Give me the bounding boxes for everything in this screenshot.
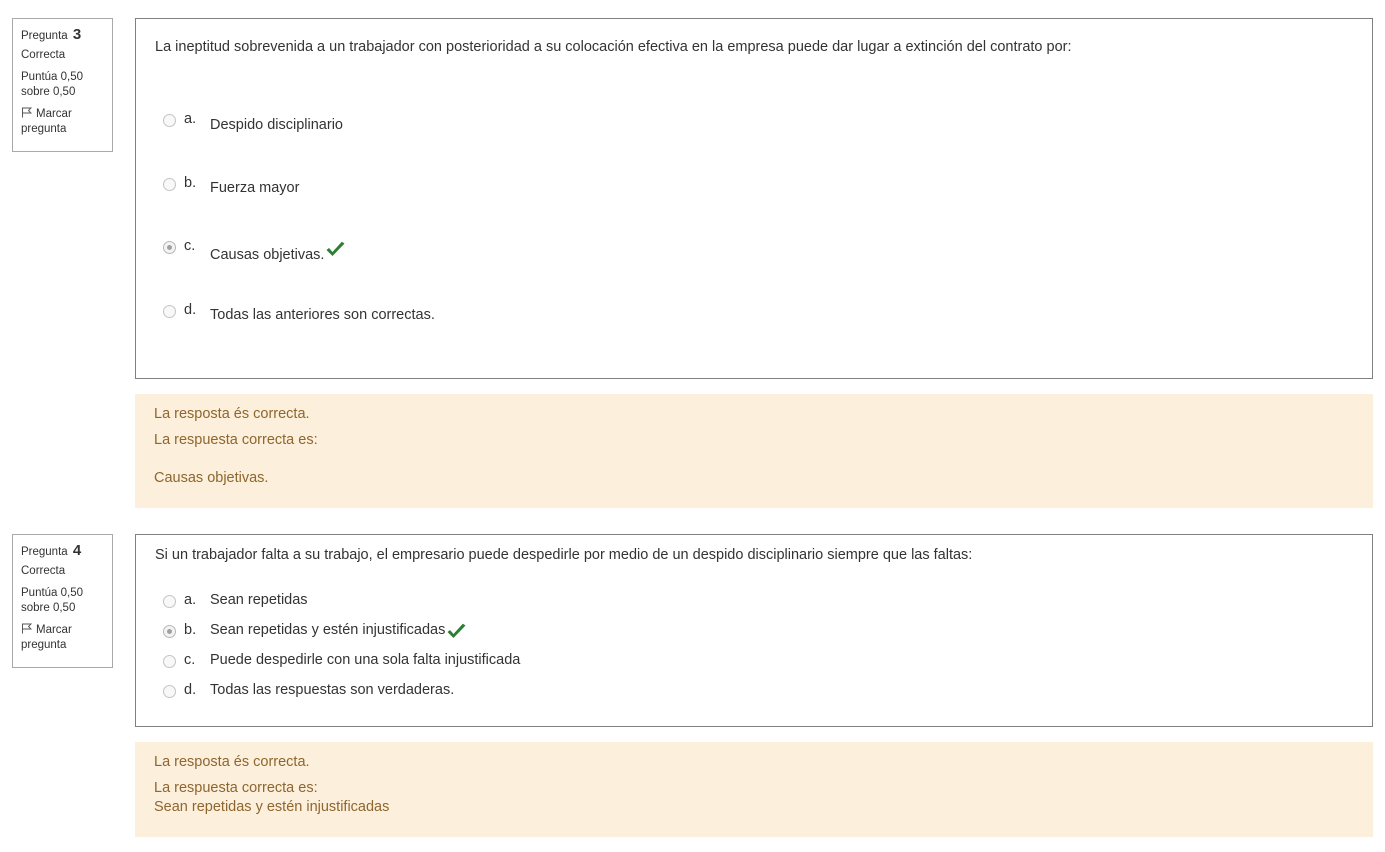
flag-label-line-1: Marcar (36, 108, 72, 120)
answer-radio[interactable] (163, 114, 176, 127)
grade-line-2: sobre 0,50 (21, 602, 76, 614)
feedback-result: La resposta és correcta. (154, 406, 310, 422)
question-number: 4 (72, 542, 82, 559)
question-number-label: Pregunta (21, 30, 68, 42)
question-state: Correcta (21, 565, 66, 577)
answer-feedback: La resposta és correcta. La respuesta co… (135, 742, 1373, 837)
answer-text: Todas las anteriores son correctas. (210, 307, 435, 323)
question-state: Correcta (21, 49, 66, 61)
answer-radio[interactable] (163, 595, 176, 608)
feedback-right-answer-label: La respuesta correcta es: (154, 780, 318, 796)
answer-text: Despido disciplinario (210, 117, 343, 133)
correct-check-icon (447, 623, 466, 638)
question-info: Pregunta 4 Correcta Puntúa 0,50 sobre 0,… (12, 534, 113, 668)
flag-label-line-1: Marcar (36, 624, 72, 636)
answer-text: Sean repetidas y estén injustificadas (210, 622, 446, 638)
answer-text-wrap: Causas objetivas. (210, 241, 346, 263)
answer-letter: b. (184, 622, 197, 638)
answer-radio[interactable] (163, 305, 176, 318)
answer-radio[interactable] (163, 178, 176, 191)
answer-text: Sean repetidas (210, 592, 308, 608)
question-text: Si un trabajador falta a su trabajo, el … (155, 547, 973, 563)
flag-label-line-2: pregunta (21, 123, 67, 135)
answer-letter: a. (184, 592, 197, 608)
flag-icon (22, 107, 33, 118)
answer-letter: d. (184, 682, 197, 698)
feedback-right-answer: Causas objetivas. (154, 470, 269, 486)
feedback-right-answer-label: La respuesta correcta es: (154, 432, 318, 448)
correct-check-icon (326, 241, 345, 256)
question-number-line: Pregunta 4 (21, 543, 105, 560)
flag-label-line-2: pregunta (21, 639, 67, 651)
question-number-label: Pregunta (21, 546, 68, 558)
flag-question-link[interactable]: Marcar pregunta (21, 623, 105, 653)
answer-radio-selected[interactable] (163, 625, 176, 638)
answer-text: Puede despedirle con una sola falta inju… (210, 652, 521, 668)
answer-letter: d. (184, 302, 197, 318)
answer-letter: a. (184, 111, 197, 127)
question-info: Pregunta 3 Correcta Puntúa 0,50 sobre 0,… (12, 18, 113, 152)
question-formulation: Si un trabajador falta a su trabajo, el … (135, 534, 1373, 727)
question-number: 3 (72, 26, 82, 43)
flag-icon (22, 623, 33, 634)
answer-text: Todas las respuestas son verdaderas. (210, 682, 455, 698)
question-formulation: La ineptitud sobrevenida a un trabajador… (135, 18, 1373, 379)
grade-line-1: Puntúa 0,50 (21, 71, 84, 83)
question-grade: Puntúa 0,50 sobre 0,50 (21, 70, 105, 100)
flag-question-link[interactable]: Marcar pregunta (21, 107, 105, 137)
answer-letter: b. (184, 175, 197, 191)
feedback-right-answer: Sean repetidas y estén injustificadas (154, 799, 390, 815)
question-grade: Puntúa 0,50 sobre 0,50 (21, 586, 105, 616)
answer-radio[interactable] (163, 685, 176, 698)
question-number-line: Pregunta 3 (21, 27, 105, 44)
grade-line-1: Puntúa 0,50 (21, 587, 84, 599)
answer-letter: c. (184, 238, 196, 254)
answer-text: Fuerza mayor (210, 180, 300, 196)
feedback-result: La resposta és correcta. (154, 754, 310, 770)
question-text: La ineptitud sobrevenida a un trabajador… (155, 39, 1072, 55)
answer-letter: c. (184, 652, 196, 668)
answer-text: Causas objetivas. (210, 247, 325, 263)
answer-feedback: La resposta és correcta. La respuesta co… (135, 394, 1373, 508)
answer-radio-selected[interactable] (163, 241, 176, 254)
answer-radio[interactable] (163, 655, 176, 668)
grade-line-2: sobre 0,50 (21, 86, 76, 98)
answer-text-wrap: Sean repetidas y estén injustificadas (210, 622, 467, 640)
